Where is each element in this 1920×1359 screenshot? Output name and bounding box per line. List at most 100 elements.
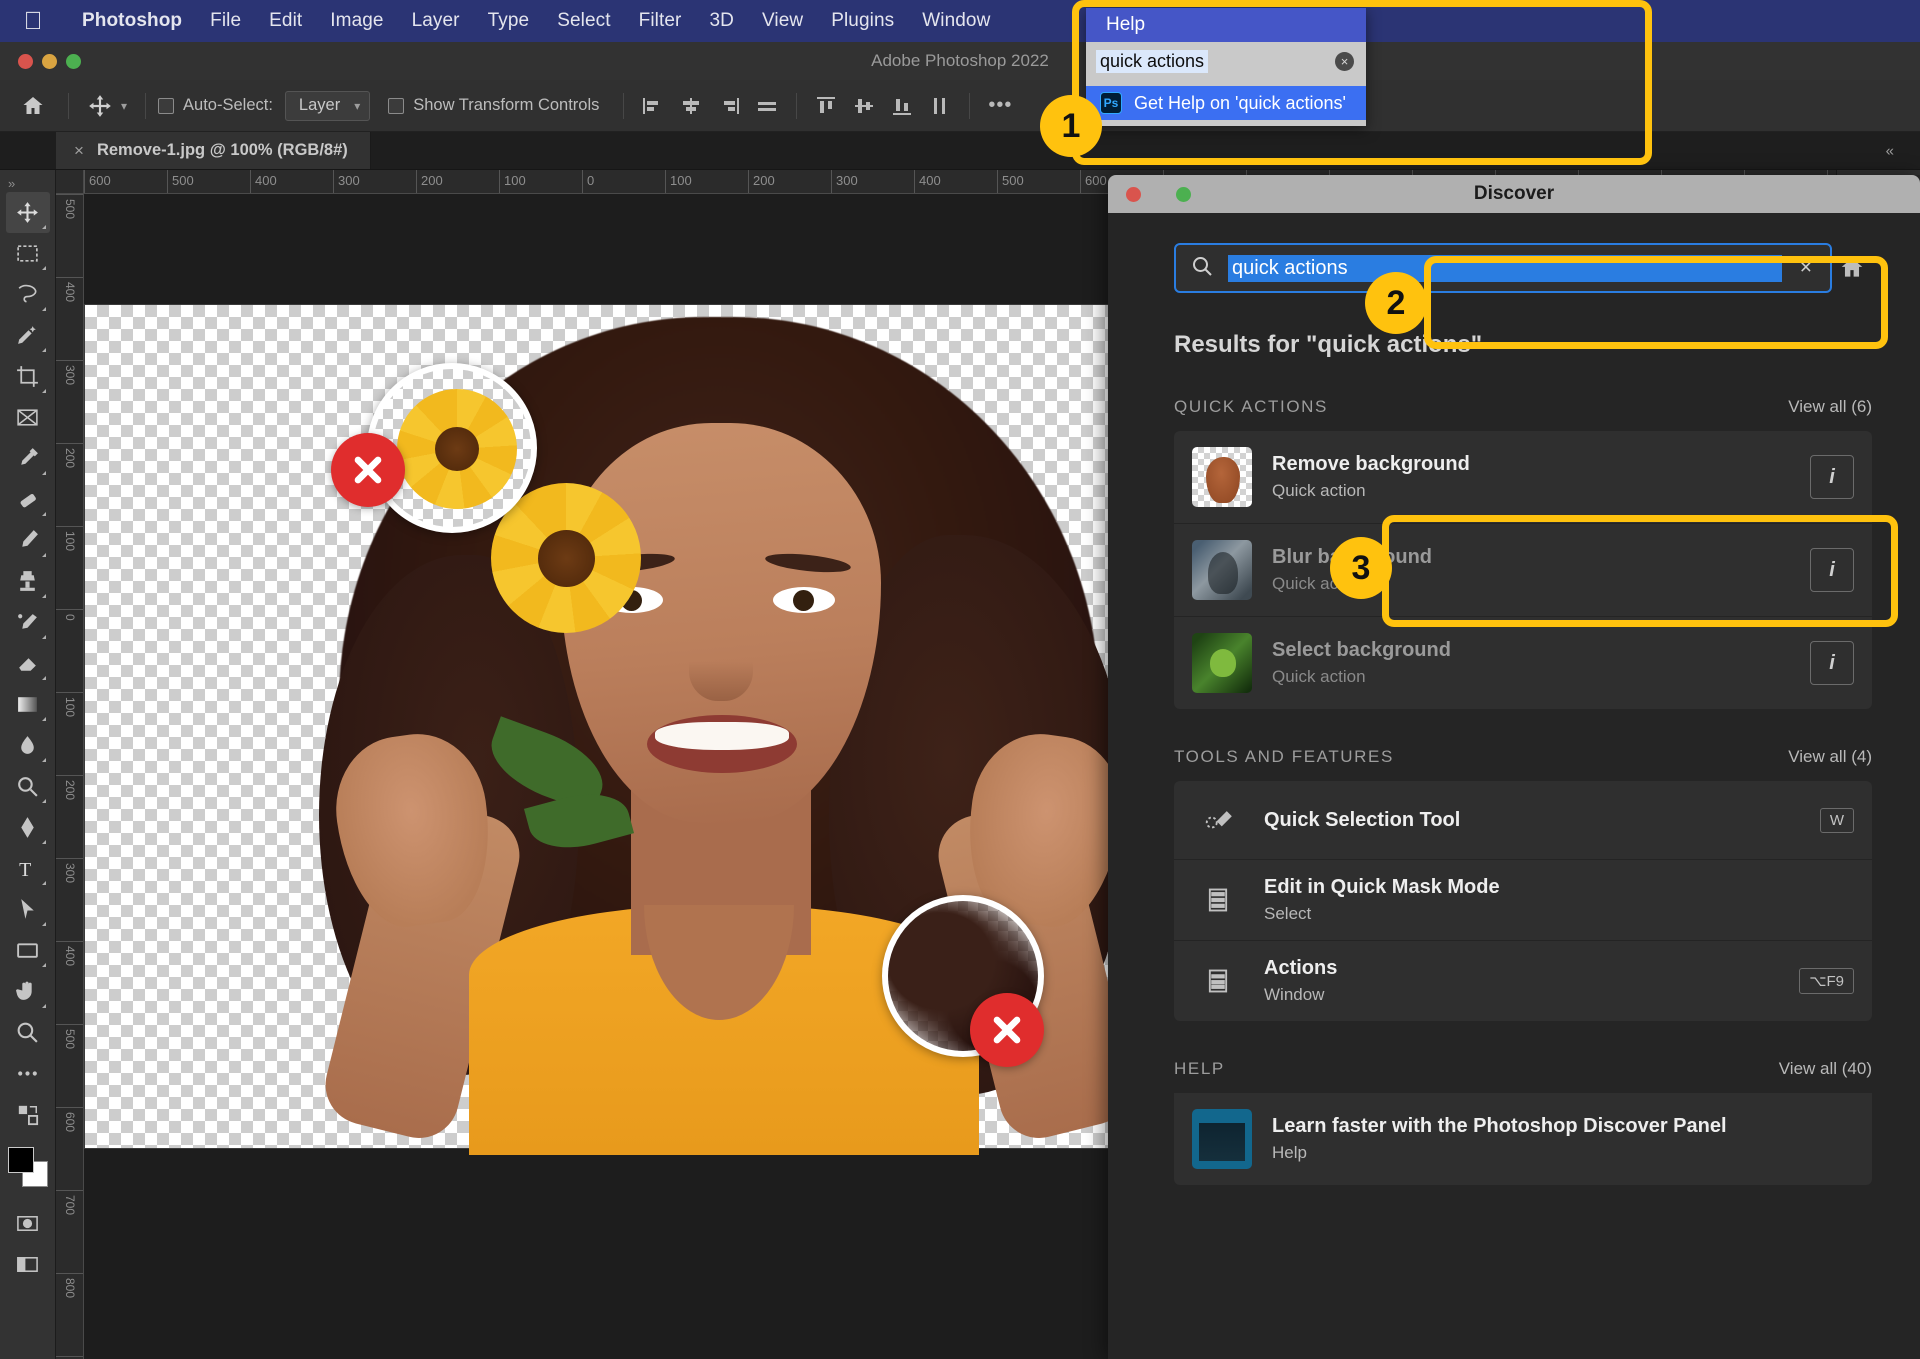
- align-right-icon[interactable]: [712, 91, 746, 121]
- list-item-blur-background[interactable]: Blur background Quick action i: [1174, 524, 1872, 617]
- chevron-down-icon[interactable]: ▾: [121, 99, 127, 113]
- sidebar-item-hand-tool[interactable]: [6, 971, 50, 1012]
- tools-panel-handle[interactable]: »: [0, 174, 55, 192]
- menu-3d[interactable]: 3D: [695, 6, 748, 36]
- document-tab[interactable]: × Remove-1.jpg @ 100% (RGB/8#): [56, 132, 371, 169]
- menu-layer[interactable]: Layer: [398, 6, 474, 36]
- clear-icon[interactable]: ×: [1335, 51, 1354, 71]
- menu-photoshop[interactable]: Photoshop: [68, 6, 196, 36]
- sidebar-item-screen-mode[interactable]: [6, 1244, 50, 1285]
- discover-home-icon[interactable]: [1832, 255, 1872, 281]
- menu-file[interactable]: File: [196, 6, 255, 36]
- close-icon[interactable]: ×: [1796, 256, 1816, 280]
- color-swatches[interactable]: [5, 1145, 51, 1191]
- ruler-tick: 100: [56, 692, 83, 717]
- sidebar-item-move-tool[interactable]: [5, 192, 50, 233]
- list-item-remove-background[interactable]: Remove background Quick action i: [1174, 431, 1872, 524]
- results-header: Results for "quick actions": [1174, 331, 1483, 358]
- auto-select-label: Auto-Select:: [183, 96, 273, 114]
- menu-type[interactable]: Type: [474, 6, 544, 36]
- sidebar-item-crop-tool[interactable]: [6, 356, 50, 397]
- menu-image[interactable]: Image: [316, 6, 397, 36]
- close-icon[interactable]: ×: [74, 141, 84, 161]
- move-tool-icon[interactable]: ▾: [81, 93, 133, 119]
- menu-filter[interactable]: Filter: [625, 6, 696, 36]
- info-button[interactable]: i: [1810, 548, 1854, 592]
- distribute-horizontal-icon[interactable]: [750, 91, 784, 121]
- shortcut-badge: ⌥F9: [1799, 968, 1854, 994]
- align-center-horizontal-icon[interactable]: [674, 91, 708, 121]
- sidebar-item-dodge-tool[interactable]: [6, 766, 50, 807]
- sidebar-item-spot-healing-tool[interactable]: [6, 479, 50, 520]
- divider: [145, 92, 147, 119]
- sidebar-item-marquee-tool[interactable]: [6, 233, 50, 274]
- align-left-icon[interactable]: [636, 91, 670, 121]
- sidebar-item-path-selection-tool[interactable]: [6, 889, 50, 930]
- view-all-link-tools[interactable]: View all (4): [1788, 747, 1872, 767]
- sidebar-item-default-colors[interactable]: [6, 1094, 50, 1135]
- sidebar-item-brush-tool[interactable]: [6, 520, 50, 561]
- tool-corner-indicator: [41, 799, 46, 803]
- list-item-select-background[interactable]: Select background Quick action i: [1174, 617, 1872, 709]
- menu-select[interactable]: Select: [543, 6, 624, 36]
- sidebar-item-quick-mask[interactable]: [6, 1203, 50, 1244]
- info-button[interactable]: i: [1810, 641, 1854, 685]
- callout-badge-1: 1: [1040, 95, 1102, 157]
- list-item-title: Quick Selection Tool: [1264, 808, 1461, 831]
- align-bottom-icon[interactable]: [885, 91, 919, 121]
- auto-select-checkbox[interactable]: [158, 97, 175, 114]
- sidebar-item-frame-tool[interactable]: [6, 397, 50, 438]
- list-item-subtitle: Select: [1264, 904, 1312, 923]
- ruler-tick: 400: [56, 277, 83, 302]
- home-icon[interactable]: [10, 94, 56, 118]
- sidebar-item-history-brush-tool[interactable]: [6, 602, 50, 643]
- sidebar-item-object-selection-tool[interactable]: [6, 315, 50, 356]
- align-center-vertical-icon[interactable]: [847, 91, 881, 121]
- menu-window[interactable]: Window: [908, 6, 1004, 36]
- foreground-color-swatch[interactable]: [7, 1147, 34, 1173]
- discover-search-value[interactable]: quick actions: [1228, 254, 1782, 282]
- sidebar-item-zoom-tool[interactable]: [6, 1012, 50, 1053]
- ruler-tick: 100: [56, 526, 83, 551]
- view-all-link-quick-actions[interactable]: View all (6): [1788, 397, 1872, 417]
- info-button[interactable]: i: [1810, 455, 1854, 499]
- sidebar-item-eyedropper-tool[interactable]: [6, 438, 50, 479]
- tool-corner-indicator: [41, 307, 46, 311]
- ruler-tick: 100: [499, 170, 526, 193]
- view-all-link-help[interactable]: View all (40): [1779, 1059, 1872, 1079]
- sidebar-item-gradient-tool[interactable]: [6, 684, 50, 725]
- list-item-learn-faster[interactable]: Learn faster with the Photoshop Discover…: [1174, 1093, 1872, 1185]
- sidebar-item-blur-tool[interactable]: [6, 725, 50, 766]
- show-transform-checkbox[interactable]: [388, 97, 405, 114]
- auto-select-dropdown[interactable]: Layer ▾: [284, 90, 371, 121]
- more-options-icon[interactable]: •••: [982, 91, 1018, 121]
- sidebar-item-pen-tool[interactable]: [6, 807, 50, 848]
- help-search-field[interactable]: quick actions ×: [1086, 42, 1366, 80]
- ruler-tick: 600: [1080, 170, 1107, 193]
- distribute-vertical-icon[interactable]: [923, 91, 957, 121]
- sidebar-item-rectangle-tool[interactable]: [6, 930, 50, 971]
- sidebar-item-type-tool[interactable]: T: [6, 848, 50, 889]
- menu-view[interactable]: View: [748, 6, 817, 36]
- callout-badge-2: 2: [1365, 272, 1427, 334]
- list-item-quick-selection-tool[interactable]: Quick Selection Tool W: [1174, 781, 1872, 860]
- menu-plugins[interactable]: Plugins: [817, 6, 908, 36]
- help-result-row[interactable]: Ps Get Help on 'quick actions': [1086, 86, 1366, 120]
- help-search-popup: Help quick actions × Ps Get Help on 'qui…: [1086, 8, 1366, 126]
- tool-corner-indicator: [41, 594, 46, 598]
- sidebar-item-eraser-tool[interactable]: [6, 643, 50, 684]
- sidebar-item-clone-stamp-tool[interactable]: [6, 561, 50, 602]
- quick-actions-list: Remove background Quick action i Blur ba…: [1108, 431, 1920, 709]
- sidebar-item-lasso-tool[interactable]: [6, 274, 50, 315]
- discover-search-input[interactable]: quick actions ×: [1174, 243, 1832, 293]
- collapse-panels-icon[interactable]: «: [1886, 142, 1894, 159]
- chevron-down-icon[interactable]: ▾: [354, 99, 360, 113]
- apple-logo-icon[interactable]: : [20, 6, 46, 36]
- help-search-value[interactable]: quick actions: [1096, 49, 1209, 73]
- sidebar-item-more-tools[interactable]: [6, 1053, 50, 1094]
- menu-edit[interactable]: Edit: [255, 6, 316, 36]
- list-item-edit-in-quick-mask-mode[interactable]: Edit in Quick Mask Mode Select: [1174, 860, 1872, 941]
- list-item-actions[interactable]: Actions Window ⌥F9: [1174, 941, 1872, 1021]
- align-top-icon[interactable]: [809, 91, 843, 121]
- ruler-tick: 300: [56, 360, 83, 385]
